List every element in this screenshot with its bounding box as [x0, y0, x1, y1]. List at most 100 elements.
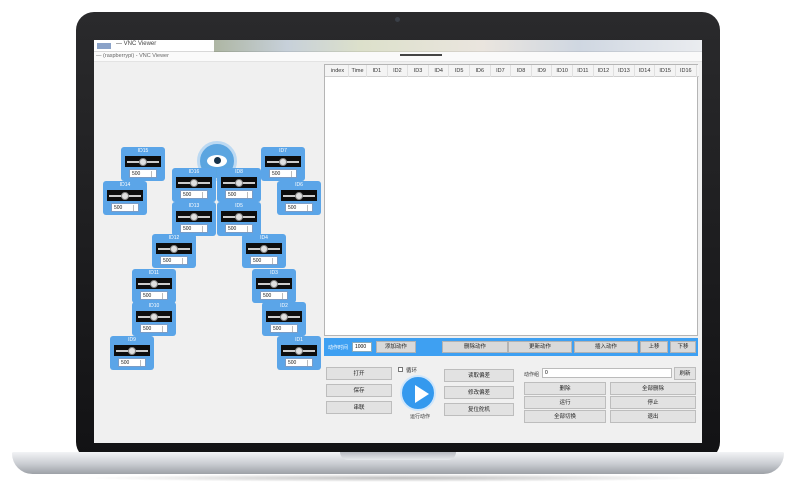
servo-slider[interactable]: [256, 278, 292, 289]
slider-thumb[interactable]: [150, 313, 158, 321]
table-column-header[interactable]: ID2: [388, 65, 409, 77]
servo-slider[interactable]: [266, 311, 302, 322]
spinner-icon[interactable]: [202, 226, 206, 232]
slider-thumb[interactable]: [280, 313, 288, 321]
slider-thumb[interactable]: [190, 213, 198, 221]
insert-action-button[interactable]: 插入动作: [574, 341, 638, 353]
servo-value-input[interactable]: 500: [250, 256, 278, 265]
table-column-header[interactable]: ID11: [573, 65, 594, 77]
slider-thumb[interactable]: [295, 347, 303, 355]
servo-value-input[interactable]: 500: [180, 224, 208, 233]
delete-all-button[interactable]: 全部删除: [610, 382, 696, 395]
slider-thumb[interactable]: [190, 179, 198, 187]
table-column-header[interactable]: ID8: [511, 65, 532, 77]
servo-value-input[interactable]: 500: [225, 224, 253, 233]
table-column-header[interactable]: ID13: [614, 65, 635, 77]
spinner-icon[interactable]: [247, 226, 251, 232]
spinner-icon[interactable]: [202, 192, 206, 198]
servo-value-input[interactable]: 500: [285, 203, 313, 212]
table-column-header[interactable]: ID5: [449, 65, 470, 77]
table-column-header[interactable]: ID10: [552, 65, 573, 77]
slider-thumb[interactable]: [121, 192, 129, 200]
table-column-header[interactable]: ID4: [429, 65, 450, 77]
spinner-icon[interactable]: [162, 293, 166, 299]
table-column-header[interactable]: ID16: [676, 65, 697, 77]
servo-slider[interactable]: [136, 311, 172, 322]
spinner-icon[interactable]: [182, 258, 186, 264]
slider-thumb[interactable]: [279, 158, 287, 166]
spinner-icon[interactable]: [247, 192, 251, 198]
servo-slider[interactable]: [156, 243, 192, 254]
modify-deviation-button[interactable]: 修改偏差: [444, 386, 514, 399]
servo-slider[interactable]: [281, 190, 317, 201]
servo-value-input[interactable]: 500: [111, 203, 139, 212]
exit-button[interactable]: 退出: [610, 410, 696, 423]
servo-slider[interactable]: [125, 156, 161, 167]
update-action-button[interactable]: 更新动作: [508, 341, 572, 353]
spinner-icon[interactable]: [162, 326, 166, 332]
reset-servo-button[interactable]: 复位舵机: [444, 403, 514, 416]
slider-thumb[interactable]: [170, 245, 178, 253]
table-column-header[interactable]: ID15: [655, 65, 676, 77]
table-column-header[interactable]: ID6: [470, 65, 491, 77]
servo-value-input[interactable]: 500: [140, 324, 168, 333]
servo-slider[interactable]: [281, 345, 317, 356]
servo-value-input[interactable]: 500: [269, 169, 297, 178]
servo-slider[interactable]: [176, 211, 212, 222]
spinner-icon[interactable]: [272, 258, 276, 264]
open-button[interactable]: 打开: [326, 367, 392, 380]
save-button[interactable]: 保存: [326, 384, 392, 397]
servo-slider[interactable]: [265, 156, 301, 167]
spinner-icon[interactable]: [282, 293, 286, 299]
read-deviation-button[interactable]: 读取偏差: [444, 369, 514, 382]
table-column-header[interactable]: index: [327, 65, 349, 77]
table-column-header[interactable]: ID14: [635, 65, 656, 77]
spinner-icon[interactable]: [133, 205, 137, 211]
slider-thumb[interactable]: [235, 179, 243, 187]
table-column-header[interactable]: ID9: [532, 65, 553, 77]
delete-action-button[interactable]: 删除动作: [442, 341, 508, 353]
servo-slider[interactable]: [107, 190, 143, 201]
connect-button[interactable]: 串联: [326, 401, 392, 414]
spinner-icon[interactable]: [151, 171, 155, 177]
servo-value-input[interactable]: 500: [129, 169, 157, 178]
table-column-header[interactable]: ID12: [594, 65, 615, 77]
servo-slider[interactable]: [114, 345, 150, 356]
switch-all-button[interactable]: 全部切换: [524, 410, 606, 423]
slider-thumb[interactable]: [260, 245, 268, 253]
servo-slider[interactable]: [221, 211, 257, 222]
move-up-button[interactable]: 上移: [640, 341, 668, 353]
slider-thumb[interactable]: [150, 280, 158, 288]
slider-thumb[interactable]: [139, 158, 147, 166]
servo-slider[interactable]: [221, 177, 257, 188]
run-button[interactable]: 运行: [524, 396, 606, 409]
table-column-header[interactable]: Time: [349, 65, 367, 77]
action-group-select[interactable]: 0: [542, 368, 672, 378]
stop-button[interactable]: 停止: [610, 396, 696, 409]
table-column-header[interactable]: ID3: [408, 65, 429, 77]
spinner-icon[interactable]: [307, 205, 311, 211]
servo-value-input[interactable]: 500: [285, 358, 313, 367]
servo-value-input[interactable]: 500: [160, 256, 188, 265]
servo-value-input[interactable]: 500: [260, 291, 288, 300]
move-down-button[interactable]: 下移: [670, 341, 696, 353]
add-action-button[interactable]: 添加动作: [376, 341, 416, 353]
table-column-header[interactable]: ID1: [367, 65, 388, 77]
refresh-button[interactable]: 刷新: [674, 367, 696, 380]
servo-slider[interactable]: [176, 177, 212, 188]
slider-thumb[interactable]: [270, 280, 278, 288]
slider-thumb[interactable]: [128, 347, 136, 355]
servo-value-input[interactable]: 500: [180, 190, 208, 199]
run-action-button[interactable]: [400, 375, 436, 411]
drag-handle-icon[interactable]: [400, 54, 442, 56]
spinner-icon[interactable]: [292, 326, 296, 332]
servo-value-input[interactable]: 500: [225, 190, 253, 199]
servo-value-input[interactable]: 500: [118, 358, 146, 367]
action-table[interactable]: index Time ID1 ID2 ID3 ID4 ID5 ID6 ID7 ID8 ID9 ID10…: [324, 64, 699, 336]
slider-thumb[interactable]: [295, 192, 303, 200]
servo-value-input[interactable]: 500: [140, 291, 168, 300]
servo-value-input[interactable]: 500: [270, 324, 298, 333]
loop-checkbox[interactable]: [398, 367, 403, 372]
delete-group-button[interactable]: 删除: [524, 382, 606, 395]
servo-slider[interactable]: [246, 243, 282, 254]
